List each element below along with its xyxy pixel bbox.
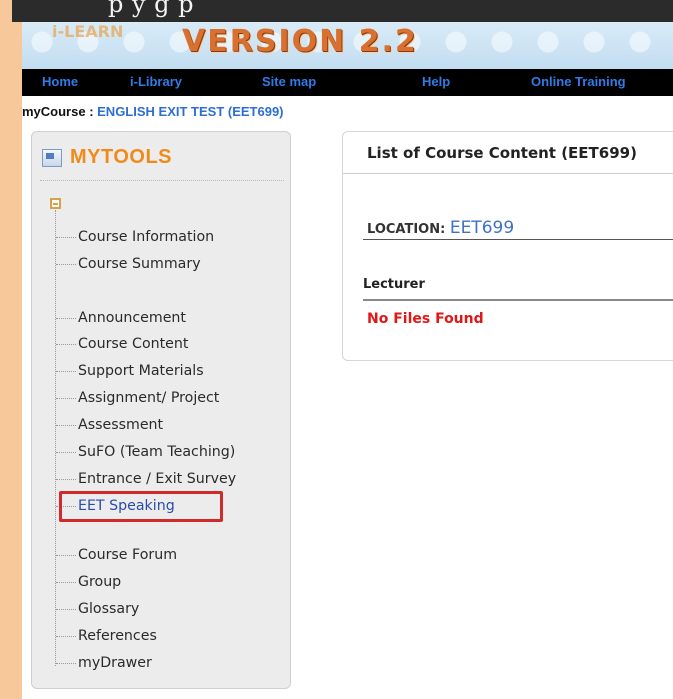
tree-branch [56,608,76,610]
menu-item-support-materials[interactable]: Support Materials [56,362,204,380]
menu-item-course-summary[interactable]: Course Summary [56,255,201,273]
top-caption-text: p y g p [108,0,195,18]
menu-item-label[interactable]: Announcement [78,310,186,326]
menu-item-label[interactable]: Course Content [78,336,188,352]
menu-item-course-forum[interactable]: Course Forum [56,546,177,564]
tree-branch [56,370,76,372]
content-title-divider [343,173,673,174]
banner-logo: i-LEARN [52,22,124,41]
menu-item-references[interactable]: References [56,627,157,645]
tree-branch [56,662,76,664]
menu-item-label[interactable]: Course Information [78,229,214,245]
menu-item-announcement[interactable]: Announcement [56,309,186,327]
nav-sitemap-link[interactable]: Site map [262,74,316,89]
left-edge-strip [0,0,22,699]
menu-item-label[interactable]: Group [78,574,121,590]
tree-branch [56,581,76,583]
menu-item-sufo-team-teaching[interactable]: SuFO (Team Teaching) [56,443,235,461]
mytools-title: MYTOOLS [70,146,173,168]
menu-item-course-information[interactable]: Course Information [56,228,214,246]
location-label: LOCATION: [367,222,450,237]
banner-version: VERSION 2.2 [182,24,418,59]
mytools-icon [42,148,62,167]
menu-item-label[interactable]: References [78,628,157,644]
location-divider [363,239,673,240]
menu-item-group[interactable]: Group [56,573,121,591]
location-row: LOCATION: EET699 [367,218,514,238]
tree-expand-icon[interactable] [50,198,61,209]
top-caption-band: p y g p [12,0,673,22]
menu-item-label[interactable]: Assignment/ Project [78,390,219,406]
lecturer-divider [363,299,673,301]
tree-branch [56,343,76,345]
menu-item-label[interactable]: Glossary [78,601,139,617]
menu-item-assessment[interactable]: Assessment [56,416,163,434]
tree-branch [56,263,76,265]
menu-item-glossary[interactable]: Glossary [56,600,139,618]
breadcrumb: myCourse : ENGLISH EXIT TEST (EET699) [22,104,284,119]
nav-home-link[interactable]: Home [42,74,78,89]
content-panel-title: List of Course Content (EET699) [367,144,637,162]
breadcrumb-course-link[interactable]: ENGLISH EXIT TEST (EET699) [97,104,283,119]
mytools-divider [40,180,284,181]
menu-item-course-content[interactable]: Course Content [56,335,188,353]
menu-item-label[interactable]: Entrance / Exit Survey [78,471,236,487]
menu-item-label[interactable]: SuFO (Team Teaching) [78,444,235,460]
nav-ilibrary-link[interactable]: i-Library [130,74,182,89]
empty-message: No Files Found [367,311,484,327]
top-nav-bar: Home i-Library Site map Help Online Trai… [22,69,673,96]
menu-item-label[interactable]: Assessment [78,417,163,433]
tree-connector-line [55,210,56,666]
tree-branch [56,397,76,399]
tree-branch [56,424,76,426]
tree-branch [56,317,76,319]
menu-item-mydrawer[interactable]: myDrawer [56,654,152,672]
nav-online-training-link[interactable]: Online Training [531,74,626,89]
highlight-box [59,491,223,522]
site-banner: i-LEARN VERSION 2.2 [22,22,673,69]
mytools-header: MYTOOLS [42,146,172,169]
menu-item-label[interactable]: myDrawer [78,655,152,671]
lecturer-header: Lecturer [363,277,425,292]
tree-branch [56,236,76,238]
tree-branch [56,635,76,637]
tree-branch [56,554,76,556]
nav-help-link[interactable]: Help [422,74,450,89]
tree-branch [56,451,76,453]
menu-item-label[interactable]: Course Forum [78,547,177,563]
course-content-panel: List of Course Content (EET699) LOCATION… [342,131,673,361]
mytools-panel: MYTOOLS Course Information Course Summar… [31,131,291,689]
tree-branch [56,478,76,480]
menu-item-label[interactable]: Course Summary [78,256,201,272]
menu-item-assignment-project[interactable]: Assignment/ Project [56,389,219,407]
location-link[interactable]: EET699 [450,218,514,238]
breadcrumb-label: myCourse : [22,104,98,119]
menu-item-entrance-exit-survey[interactable]: Entrance / Exit Survey [56,470,236,488]
menu-item-label[interactable]: Support Materials [78,363,204,379]
